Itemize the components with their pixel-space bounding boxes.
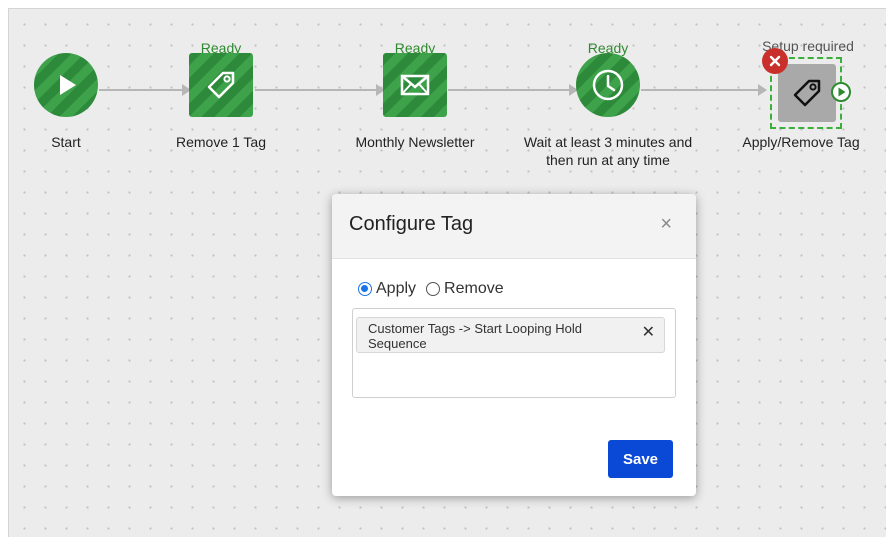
selected-tag-chip: Customer Tags -> Start Looping Hold Sequ… <box>356 317 665 353</box>
delete-node-button[interactable] <box>762 48 788 74</box>
tag-chip-label: Customer Tags -> Start Looping Hold Sequ… <box>368 321 583 351</box>
remove-tag-icon[interactable]: ✕ <box>642 325 655 341</box>
play-circle-icon[interactable] <box>830 81 852 103</box>
remove-tag-node[interactable] <box>189 53 253 117</box>
envelope-icon <box>400 74 430 96</box>
wait-node[interactable] <box>576 53 640 117</box>
node-label: Wait at least 3 minutes and then run at … <box>523 134 693 168</box>
node-label: Remove 1 Tag <box>175 134 266 150</box>
play-icon <box>60 75 76 95</box>
connector <box>255 84 385 96</box>
connector <box>448 84 578 96</box>
save-button[interactable]: Save <box>608 440 673 478</box>
apply-radio-label[interactable]: Apply <box>376 280 416 298</box>
tag-icon <box>207 71 235 99</box>
start-node[interactable] <box>34 53 98 117</box>
close-icon <box>769 55 781 67</box>
close-icon[interactable]: × <box>660 214 672 234</box>
connector <box>99 84 191 96</box>
tag-action-options: Apply Remove <box>358 280 504 298</box>
clock-icon <box>592 69 624 101</box>
newsletter-node[interactable] <box>383 53 447 117</box>
connector <box>641 84 767 96</box>
node-label: Apply/Remove Tag <box>742 134 860 150</box>
modal-header: Configure Tag × <box>332 194 696 259</box>
tag-icon <box>793 79 821 107</box>
remove-radio-label[interactable]: Remove <box>444 280 504 298</box>
modal-title: Configure Tag <box>349 213 474 235</box>
apply-radio[interactable] <box>358 282 372 296</box>
tag-select-input[interactable]: Customer Tags -> Start Looping Hold Sequ… <box>352 308 676 398</box>
configure-tag-modal: Configure Tag × Apply Remove Customer Ta… <box>332 194 696 496</box>
node-label: Monthly Newsletter <box>355 134 475 150</box>
remove-radio[interactable] <box>426 282 441 296</box>
